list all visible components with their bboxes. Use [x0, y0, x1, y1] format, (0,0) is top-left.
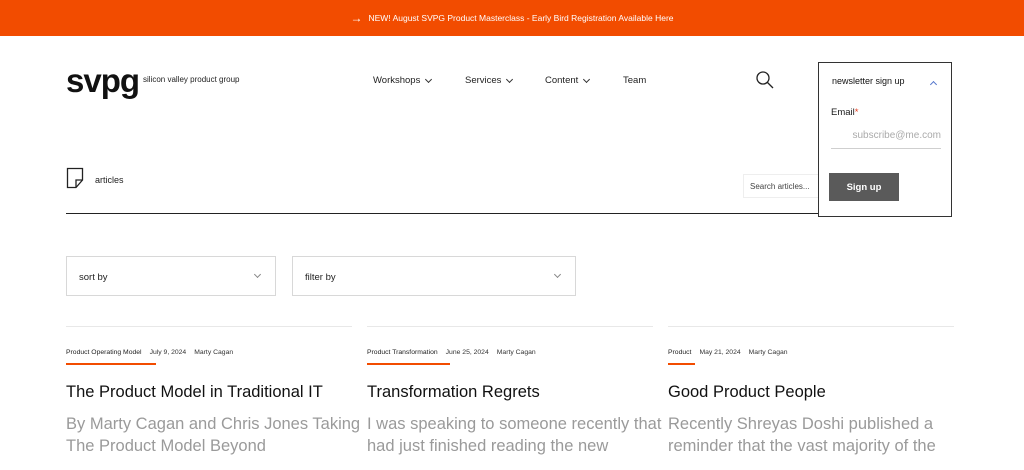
nav-workshops[interactable]: Workshops: [373, 75, 433, 86]
chevron-down-icon: [583, 75, 591, 83]
chevron-up-icon[interactable]: [929, 80, 938, 89]
search-icon[interactable]: [755, 70, 775, 90]
article-meta: Product Operating Model July 9, 2024 Marty…: [66, 349, 233, 356]
article-title[interactable]: Good Product People: [668, 383, 826, 402]
article-author: Marty Cagan: [194, 349, 234, 356]
search-articles-input[interactable]: [743, 174, 819, 198]
category-underline: [367, 363, 450, 365]
nav-team-label: Team: [623, 75, 647, 86]
article-category[interactable]: Product: [668, 349, 691, 356]
article-excerpt: By Marty Cagan and Chris Jones Taking Th…: [66, 415, 361, 455]
article-excerpt: I was speaking to someone recently that …: [367, 415, 662, 455]
newsletter-toggle[interactable]: newsletter sign up: [832, 76, 905, 86]
section-title: articles: [95, 175, 124, 185]
sort-by-label: sort by: [79, 272, 108, 283]
article-excerpt: Recently Shreyas Doshi published a remin…: [668, 415, 936, 455]
email-label-text: Email: [831, 107, 855, 118]
category-underline: [66, 363, 156, 365]
article-author: Marty Cagan: [496, 349, 536, 356]
announcement-banner[interactable]: → NEW! August SVPG Product Masterclass -…: [0, 0, 1024, 36]
document-icon: [66, 167, 84, 189]
article-title[interactable]: Transformation Regrets: [367, 383, 540, 402]
card-divider: [668, 326, 954, 327]
nav-content-label: Content: [545, 75, 579, 86]
sort-by-select[interactable]: sort by: [66, 256, 276, 296]
article-date: July 9, 2024: [149, 349, 187, 356]
article-title[interactable]: The Product Model in Traditional IT: [66, 383, 323, 402]
chevron-down-icon: [425, 75, 433, 83]
card-divider: [367, 326, 653, 327]
required-marker: *: [854, 107, 859, 118]
nav-services[interactable]: Services: [465, 75, 514, 86]
filter-by-select[interactable]: filter by: [292, 256, 576, 296]
sign-up-button[interactable]: Sign up: [829, 173, 899, 201]
article-date: June 25, 2024: [445, 349, 489, 356]
nav-services-label: Services: [465, 75, 502, 86]
article-meta: Product May 21, 2024 Marty Cagan: [668, 349, 788, 356]
article-author: Marty Cagan: [748, 349, 788, 356]
article-date: May 21, 2024: [699, 349, 741, 356]
filter-by-label: filter by: [305, 272, 336, 283]
email-field[interactable]: [831, 123, 941, 149]
article-meta: Product Transformation June 25, 2024 Marty…: [367, 349, 536, 356]
logo-tagline: silicon valley product group: [143, 75, 240, 84]
nav-workshops-label: Workshops: [373, 75, 421, 86]
chevron-down-icon: [553, 270, 562, 279]
card-divider: [66, 326, 352, 327]
banner-text[interactable]: NEW! August SVPG Product Masterclass - E…: [368, 13, 673, 23]
article-category[interactable]: Product Operating Model: [66, 349, 142, 356]
nav-team[interactable]: Team: [623, 75, 646, 86]
nav-content[interactable]: Content: [545, 75, 591, 86]
chevron-down-icon: [253, 270, 262, 279]
chevron-down-icon: [506, 75, 514, 83]
newsletter-panel: newsletter sign up Email* Sign up: [818, 62, 952, 217]
article-category[interactable]: Product Transformation: [367, 349, 438, 356]
category-underline: [668, 363, 695, 365]
email-label: Email*: [831, 107, 858, 118]
logo[interactable]: svpg: [66, 64, 140, 97]
arrow-right-icon: →: [350, 11, 363, 25]
